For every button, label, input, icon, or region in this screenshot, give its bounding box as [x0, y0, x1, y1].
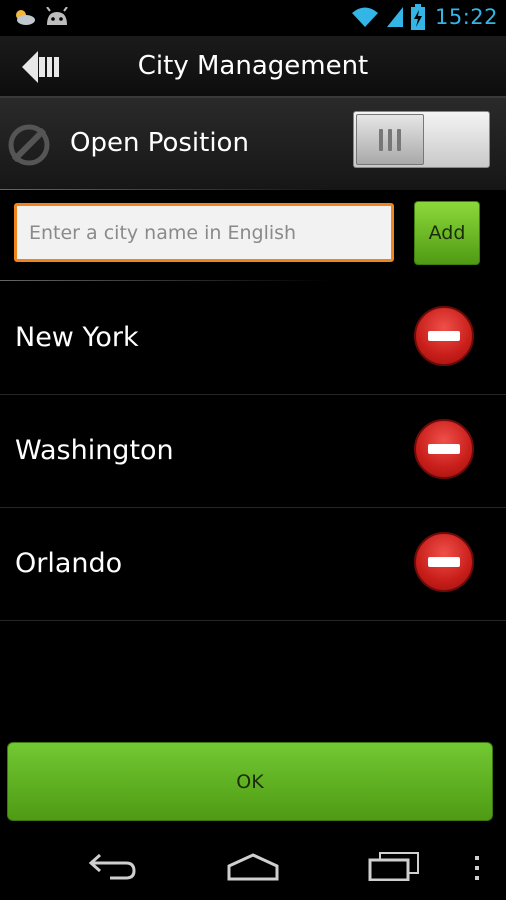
nav-back-icon[interactable] [88, 851, 138, 881]
city-list-item: New York [0, 282, 506, 395]
gps-disabled-icon [8, 124, 50, 166]
city-list-item: Orlando [0, 508, 506, 621]
divider [0, 280, 330, 281]
page-title: City Management [137, 51, 369, 81]
add-city-button[interactable]: Add [414, 201, 480, 265]
status-time: 15:22 [434, 5, 498, 29]
weather-icon [16, 10, 35, 25]
remove-city-button[interactable] [414, 306, 474, 366]
ok-button[interactable]: OK [7, 742, 493, 821]
city-name: Washington [15, 435, 174, 466]
system-icons: 15:22 [351, 4, 498, 30]
nav-home-icon[interactable] [226, 853, 280, 881]
wifi-icon [351, 7, 378, 27]
open-position-toggle[interactable] [353, 111, 490, 168]
navigation-bar [0, 833, 506, 900]
android-icon [46, 7, 68, 25]
nav-recent-apps-icon[interactable] [368, 851, 420, 881]
city-name: New York [15, 322, 139, 353]
city-list: New York Washington Orlando [0, 282, 506, 621]
status-bar: 15:22 [0, 0, 506, 36]
overflow-menu-icon[interactable] [472, 855, 482, 881]
city-name-input[interactable] [14, 203, 394, 262]
signal-icon [386, 7, 403, 27]
remove-city-button[interactable] [414, 532, 474, 592]
battery-charging-icon [410, 4, 425, 30]
toggle-knob [356, 114, 424, 165]
divider [0, 189, 330, 190]
notification-icons [12, 7, 70, 27]
city-name: Orlando [15, 548, 123, 579]
title-bar: City Management [0, 36, 506, 98]
open-position-label: Open Position [70, 128, 249, 158]
open-position-row: Open Position [0, 98, 506, 190]
city-list-item: Washington [0, 395, 506, 508]
remove-city-button[interactable] [414, 419, 474, 479]
